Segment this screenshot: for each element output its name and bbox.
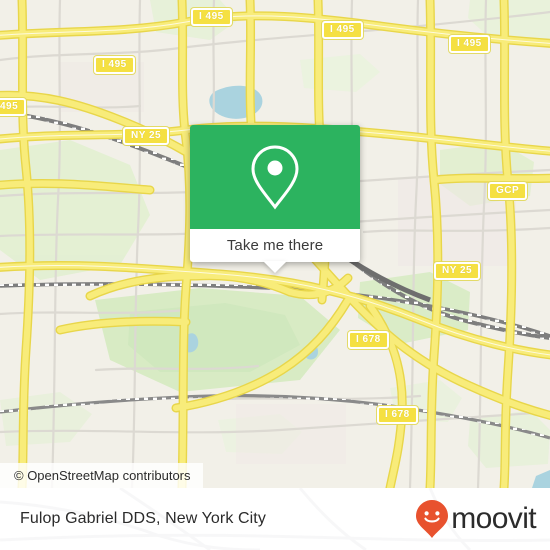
take-me-there-label: Take me there: [226, 237, 324, 254]
map-pin-icon: [251, 145, 299, 210]
place-title: Fulop Gabriel DDS, New York City: [20, 510, 266, 527]
callout-footer[interactable]: Take me there: [190, 229, 360, 262]
attribution-text: © OpenStreetMap contributors: [14, 468, 191, 483]
callout-pointer-tail: [263, 261, 287, 273]
moovit-smiley-pin-icon: [416, 500, 449, 538]
moovit-logo[interactable]: moovit: [415, 499, 537, 539]
map-canvas[interactable]: I 495 I 495 I 495 I 495 495 NY 25 GCP NY…: [0, 0, 550, 488]
road-shield-i495: I 495: [322, 21, 363, 39]
road-shield-i495: I 495: [191, 8, 232, 26]
callout-header: [190, 125, 360, 229]
road-shield-ny25: NY 25: [434, 262, 481, 280]
app-root: I 495 I 495 I 495 I 495 495 NY 25 GCP NY…: [0, 0, 550, 550]
road-shield-i495: I 495: [449, 35, 490, 53]
road-shield-i678: I 678: [348, 331, 389, 349]
road-shield-i495-clipped: 495: [0, 98, 27, 116]
moovit-wordmark: moovit: [451, 502, 536, 535]
location-callout-card[interactable]: Take me there: [190, 125, 360, 273]
road-shield-gcp: GCP: [488, 182, 528, 200]
map-attribution[interactable]: © OpenStreetMap contributors: [0, 463, 203, 488]
road-shield-i495: I 495: [94, 56, 135, 74]
road-shield-i678: I 678: [377, 406, 418, 424]
footer-bar: Fulop Gabriel DDS, New York City moovit: [0, 488, 550, 550]
road-shield-ny25: NY 25: [123, 127, 170, 145]
